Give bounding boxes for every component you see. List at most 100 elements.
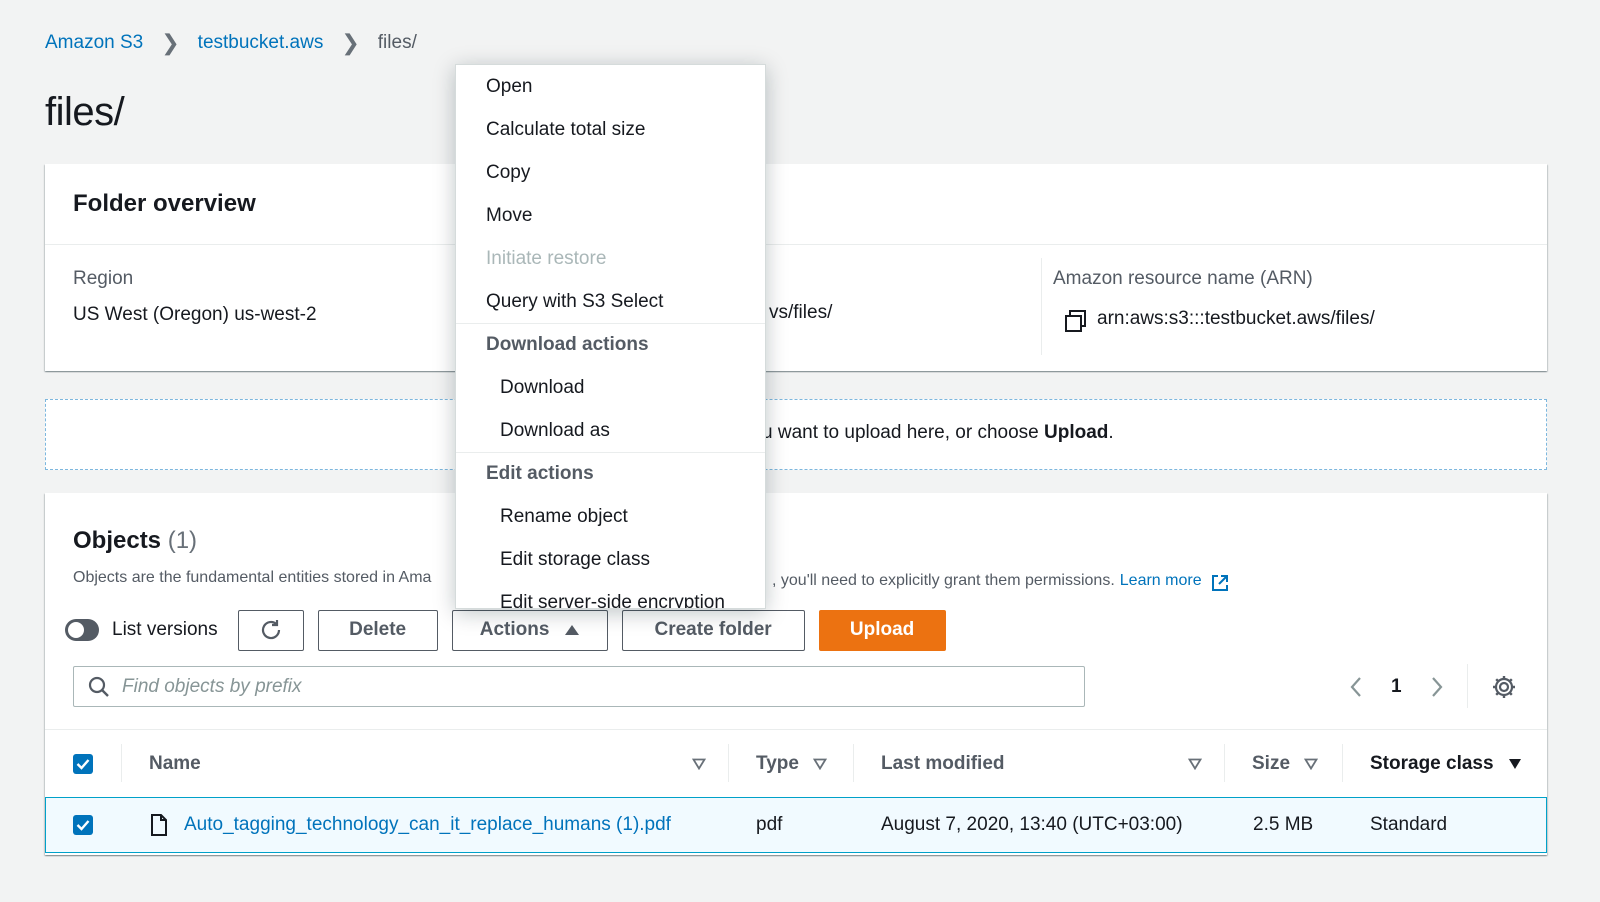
- column-separator: [1342, 744, 1343, 782]
- objects-description-end: , you'll need to explicitly grant them p…: [772, 569, 1230, 593]
- folder-overview-panel: Folder overview Region US West (Oregon) …: [45, 164, 1547, 371]
- chevron-right-icon: ❯: [161, 30, 180, 55]
- actions-dropdown-menu: Open Calculate total size Copy Move Init…: [455, 64, 766, 609]
- breadcrumb-amazon-s3-link[interactable]: Amazon S3: [45, 32, 143, 54]
- dropzone-upload-word: Upload: [1044, 422, 1109, 443]
- menu-item-copy[interactable]: Copy: [456, 151, 765, 194]
- region-label: Region: [73, 268, 134, 289]
- menu-item-move[interactable]: Move: [456, 194, 765, 237]
- delete-button[interactable]: Delete: [317, 609, 438, 651]
- list-versions-label: List versions: [112, 619, 218, 640]
- search-input[interactable]: [122, 675, 1022, 698]
- copy-icon[interactable]: [1063, 308, 1086, 332]
- search-box: [73, 666, 1085, 707]
- menu-group-edit-actions: Edit actions: [456, 452, 765, 495]
- breadcrumb-current: files/: [377, 32, 417, 53]
- objects-panel: Objects (1) Objects are the fundamental …: [45, 493, 1547, 855]
- objects-description-end-text: , you'll need to explicitly grant them p…: [772, 572, 1115, 589]
- row-select-cell: [73, 798, 93, 851]
- column-header-name-label: Name: [149, 753, 201, 774]
- list-versions-toggle[interactable]: [65, 619, 99, 641]
- row-size-cell: 2.5 MB: [1253, 813, 1314, 835]
- dropzone-text: u want to upload here, or choose Upload.: [762, 422, 1114, 444]
- page-number[interactable]: 1: [1391, 676, 1402, 698]
- sort-icon[interactable]: [812, 758, 827, 770]
- column-header-storage-class-label: Storage class: [1370, 753, 1494, 774]
- objects-title: Objects (1): [73, 527, 197, 555]
- folder-overview-title: Folder overview: [73, 190, 256, 217]
- arn-column: Amazon resource name (ARN) arn:aws:s3:::…: [1041, 246, 1547, 371]
- check-icon: [76, 759, 90, 770]
- upload-button[interactable]: Upload: [818, 609, 946, 651]
- chevron-right-icon[interactable]: [1426, 669, 1448, 705]
- column-header-size-label: Size: [1252, 753, 1291, 774]
- menu-item-query-with-s3-select[interactable]: Query with S3 Select: [456, 280, 765, 323]
- row-type-cell: pdf: [756, 813, 783, 835]
- chevron-right-icon: ❯: [341, 30, 360, 55]
- column-separator: [853, 744, 854, 782]
- column-separator: [728, 744, 729, 782]
- sort-icon[interactable]: [692, 758, 706, 770]
- region-value: US West (Oregon) us-west-2: [73, 304, 317, 325]
- sort-icon[interactable]: [1188, 758, 1202, 770]
- column-separator: [1224, 744, 1225, 782]
- sort-icon[interactable]: [1304, 758, 1319, 770]
- dropzone-period: .: [1108, 422, 1114, 443]
- select-all-checkbox[interactable]: [73, 754, 93, 774]
- refresh-icon: [261, 620, 280, 640]
- column-header-size[interactable]: Size: [1252, 730, 1319, 798]
- folder-overview-header: Folder overview: [45, 164, 1547, 245]
- menu-item-initiate-restore: Initiate restore: [486, 247, 607, 269]
- sort-descending-icon[interactable]: [1508, 758, 1522, 770]
- select-all-cell: [73, 730, 93, 798]
- arn-value: arn:aws:s3:::testbucket.aws/files/: [1097, 308, 1375, 329]
- actions-button[interactable]: Actions: [451, 609, 608, 651]
- chevron-left-icon[interactable]: [1345, 669, 1367, 705]
- arn-row: arn:aws:s3:::testbucket.aws/files/: [1053, 308, 1519, 332]
- menu-item-download[interactable]: Download: [456, 366, 765, 409]
- menu-item-open[interactable]: Open: [456, 65, 765, 108]
- breadcrumb: Amazon S3 ❯ testbucket.aws ❯ files/: [45, 32, 417, 54]
- column-header-type[interactable]: Type: [756, 730, 827, 798]
- column-header-name[interactable]: Name: [149, 730, 709, 798]
- menu-item-calculate-total-size[interactable]: Calculate total size: [456, 108, 765, 151]
- menu-item-download-as[interactable]: Download as: [456, 409, 765, 452]
- row-last-modified-cell: August 7, 2020, 13:40 (UTC+03:00): [881, 813, 1183, 835]
- row-checkbox[interactable]: [73, 814, 93, 835]
- external-link-icon[interactable]: [1210, 573, 1230, 593]
- menu-item-rename-object[interactable]: Rename object: [456, 495, 765, 538]
- check-icon: [76, 819, 90, 831]
- objects-count: (1): [167, 527, 198, 554]
- object-name-link[interactable]: Auto_tagging_technology_can_it_replace_h…: [184, 814, 671, 836]
- upload-dropzone[interactable]: u want to upload here, or choose Upload.: [45, 399, 1547, 470]
- table-row[interactable]: Auto_tagging_technology_can_it_replace_h…: [45, 797, 1547, 853]
- pagination: 1: [1345, 669, 1448, 705]
- page-title: files/: [45, 90, 125, 134]
- row-storage-class-cell: Standard: [1370, 813, 1448, 835]
- column-header-last-modified[interactable]: Last modified: [881, 730, 1005, 798]
- objects-toolbar: List versions Delete Actions Create fold…: [65, 609, 960, 651]
- row-name-cell: Auto_tagging_technology_can_it_replace_h…: [150, 798, 671, 851]
- menu-group-download-actions: Download actions: [456, 323, 765, 366]
- file-icon: [151, 813, 167, 836]
- breadcrumb-bucket-link[interactable]: testbucket.aws: [198, 32, 324, 54]
- learn-more-link[interactable]: Learn more: [1120, 572, 1202, 590]
- caret-up-icon: [565, 625, 580, 635]
- objects-title-text: Objects: [73, 527, 162, 554]
- menu-item-edit-server-side-encryption[interactable]: Edit server-side encryption: [456, 581, 765, 609]
- column-header-last-modified-label: Last modified: [881, 753, 1005, 774]
- column-header-storage-class[interactable]: Storage class: [1370, 730, 1522, 798]
- gear-icon[interactable]: [1491, 674, 1517, 700]
- objects-description: Objects are the fundamental entities sto…: [73, 569, 432, 586]
- column-header-type-label: Type: [756, 753, 799, 774]
- column-separator: [121, 744, 122, 782]
- actions-button-label: Actions: [479, 619, 550, 640]
- create-folder-button[interactable]: Create folder: [621, 609, 805, 651]
- pager-divider: [1467, 664, 1468, 708]
- table-header: Name Type Last modified Size Storage cla…: [45, 729, 1547, 797]
- menu-item-edit-storage-class[interactable]: Edit storage class: [456, 538, 765, 581]
- refresh-button[interactable]: [237, 609, 304, 651]
- arn-label: Amazon resource name (ARN): [1053, 268, 1313, 289]
- dropzone-text-main: u want to upload here, or choose: [762, 422, 1045, 443]
- search-icon: [88, 676, 109, 697]
